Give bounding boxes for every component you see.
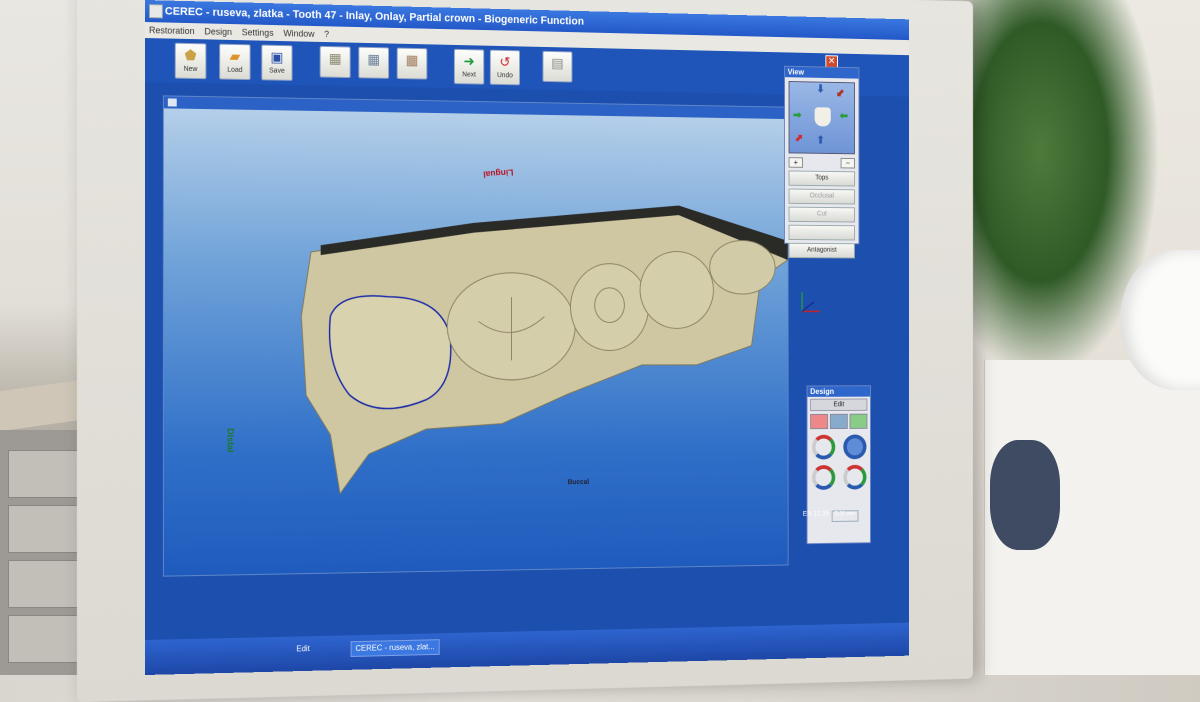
- premolar: [571, 263, 649, 350]
- view-button-occlusal[interactable]: Occlusal: [789, 189, 855, 205]
- undo-button[interactable]: ↺ Undo: [490, 50, 520, 86]
- tray-clock: 12:35: [813, 511, 829, 518]
- design-rings: [807, 462, 870, 493]
- next-arrow-icon: ➜: [455, 50, 483, 72]
- zoom-out-button[interactable]: −: [841, 158, 855, 169]
- view-model-button[interactable]: ▦: [397, 48, 428, 80]
- save-button[interactable]: ▣ Save: [261, 45, 292, 81]
- undo-arrow-icon: ↺: [491, 51, 519, 73]
- preparation-outline: [330, 296, 451, 409]
- floppy-icon: ▣: [262, 46, 291, 68]
- load-button[interactable]: ▰ Load: [219, 44, 250, 80]
- orientation-distal-label: Distal: [225, 428, 235, 452]
- arrow-left-icon[interactable]: ⬅: [840, 110, 848, 122]
- measurement-readout: 5.20 mm: [832, 510, 859, 522]
- model-icon: ▦: [398, 49, 427, 71]
- tooth-icon: ⬟: [176, 44, 206, 67]
- viewport-header: [164, 96, 788, 119]
- edit-button[interactable]: Edit: [810, 399, 867, 412]
- arrow-diagonal-icon[interactable]: ⬋: [836, 87, 844, 99]
- scale-tool-icon[interactable]: [843, 434, 866, 459]
- viewport-icon: [168, 98, 177, 106]
- tooth-model[interactable]: [282, 197, 788, 514]
- new-button[interactable]: ⬟ New: [175, 43, 207, 80]
- view-panel-title: View: [785, 67, 858, 79]
- canine: [710, 240, 775, 294]
- arrow-up-icon[interactable]: ⬆: [816, 134, 824, 146]
- design-tools: [810, 414, 867, 430]
- folder-icon: ▰: [220, 45, 249, 67]
- orientation-lingual-label: Lingual: [483, 167, 514, 179]
- chair-back: [990, 440, 1060, 550]
- view-model-button[interactable]: ▦: [358, 47, 389, 79]
- design-panel-title: Design: [807, 386, 870, 397]
- tooth-icon: [815, 107, 831, 126]
- view-button-blank[interactable]: [789, 225, 855, 241]
- app-icon: [149, 4, 163, 18]
- menu-design[interactable]: Design: [204, 26, 232, 37]
- rotate-tool-icon[interactable]: [812, 435, 835, 460]
- taskbar-cerec-window[interactable]: CEREC - ruseva, zlat...: [351, 639, 440, 657]
- menu-help[interactable]: ?: [324, 29, 329, 39]
- axis-gizmo: [798, 288, 825, 317]
- arrow-right-icon[interactable]: ➡: [793, 109, 801, 122]
- zoom-controls: + −: [789, 157, 855, 168]
- next-button[interactable]: ➜ Next: [454, 49, 484, 85]
- screen: CEREC - ruseva, zlatka - Tooth 47 - Inla…: [145, 0, 909, 675]
- tooth-icon: ▤: [543, 52, 571, 74]
- menu-restoration[interactable]: Restoration: [149, 25, 195, 36]
- hand-tool-icon[interactable]: [810, 414, 828, 429]
- 3d-viewport[interactable]: Lingual Distal Buccal: [163, 95, 789, 576]
- premolar: [640, 251, 713, 328]
- system-tray: EN 12:35: [803, 511, 829, 518]
- model-icon: ▦: [359, 48, 388, 70]
- taskbar-edit[interactable]: Edit: [293, 642, 314, 656]
- menu-window[interactable]: Window: [283, 28, 314, 39]
- arrow-diagonal-icon[interactable]: ⬈: [795, 132, 803, 144]
- view-button-tops[interactable]: Tops: [789, 170, 855, 186]
- design-rings: [807, 432, 870, 463]
- menu-settings[interactable]: Settings: [242, 27, 274, 38]
- view-button-cut[interactable]: Cut: [789, 207, 855, 223]
- zoom-in-button[interactable]: +: [789, 157, 803, 168]
- arrow-down-icon[interactable]: ⬇: [816, 83, 824, 96]
- view-model-button[interactable]: ▦: [320, 46, 351, 78]
- model-icon: ▦: [321, 47, 350, 69]
- tool-button[interactable]: ▤: [543, 51, 573, 83]
- form-tool-icon[interactable]: [812, 465, 835, 490]
- view-button-antagonist[interactable]: Antagonist: [789, 243, 855, 259]
- view-panel: View ⬇ ⬋ ➡ ⬅ ⬈ ⬆ + − Tops Occlusal Cut A…: [784, 66, 859, 245]
- hand-tool-icon[interactable]: [850, 414, 868, 429]
- tray-language: EN: [803, 511, 812, 518]
- view-orientation-pad[interactable]: ⬇ ⬋ ➡ ⬅ ⬈ ⬆: [789, 81, 855, 154]
- hand-tool-icon[interactable]: [830, 414, 848, 429]
- shape-tool-icon[interactable]: [843, 465, 866, 490]
